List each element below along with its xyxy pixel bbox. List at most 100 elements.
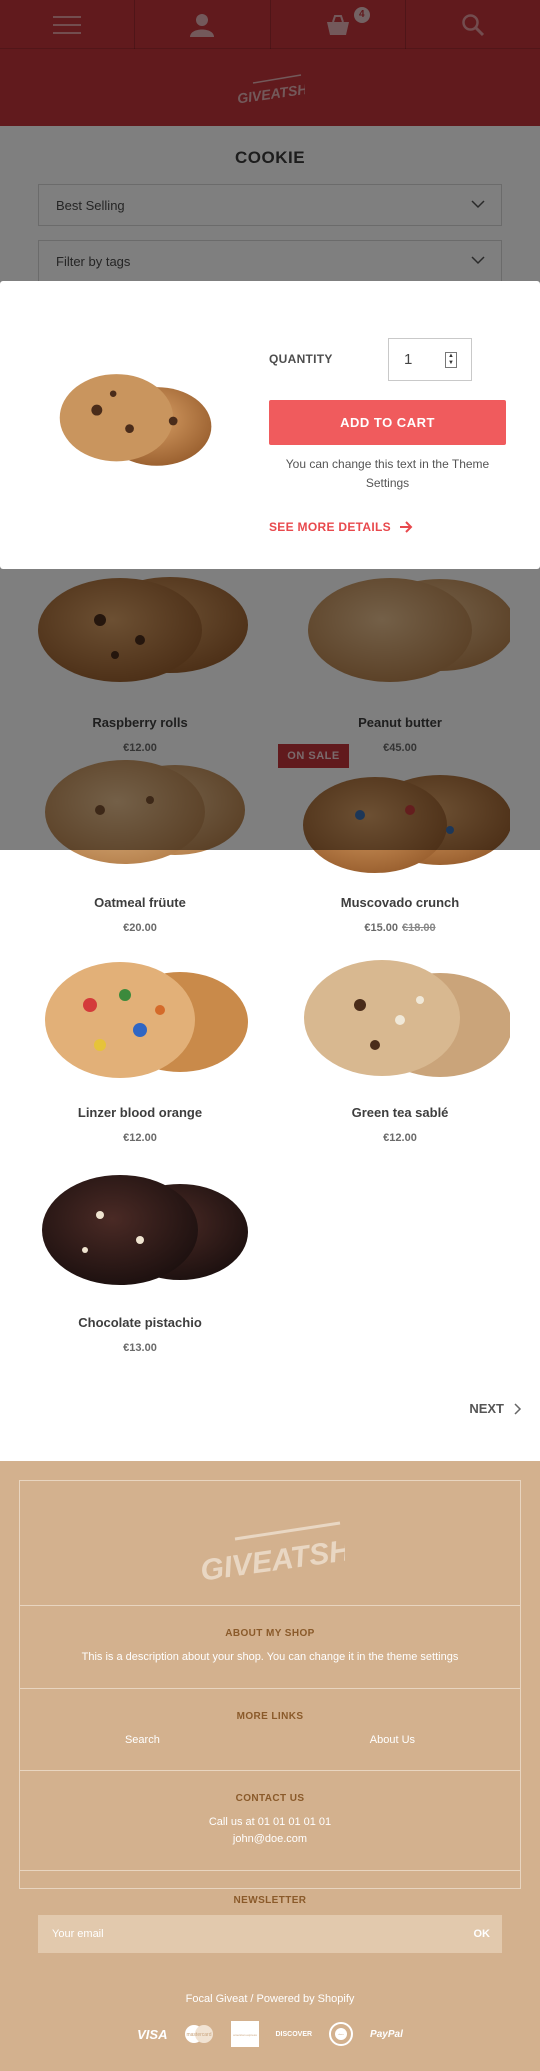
svg-text:mastercard: mastercard bbox=[187, 2032, 212, 2038]
see-more-details-link[interactable]: SEE MORE DETAILS bbox=[269, 520, 413, 534]
add-to-cart-button[interactable]: ADD TO CART bbox=[269, 400, 506, 445]
footer-box: GIVEATSHOP ABOUT MY SHOP This is a descr… bbox=[19, 1480, 521, 1889]
footer-links: MORE LINKS Search About Us bbox=[20, 1688, 520, 1770]
product-name[interactable]: Muscovado crunch bbox=[270, 895, 530, 910]
giveatshop-logo: GIVEATSHOP bbox=[236, 74, 329, 107]
search-button[interactable] bbox=[406, 0, 540, 49]
product-card[interactable]: Peanut butter €45.00 bbox=[270, 560, 530, 754]
account-button[interactable] bbox=[135, 0, 271, 49]
contact-email[interactable]: john@doe.com bbox=[20, 1833, 520, 1845]
theme-note-line1: You can change this text in the Theme bbox=[285, 457, 490, 471]
footer-contact: CONTACT US Call us at 01 01 01 01 01 joh… bbox=[20, 1770, 520, 1870]
product-name[interactable]: Peanut butter bbox=[270, 715, 530, 730]
contact-phone: Call us at 01 01 01 01 01 bbox=[208, 1816, 332, 1828]
product-card[interactable]: Raspberry rolls €12.00 bbox=[10, 560, 270, 754]
quantity-input[interactable]: 1 ▲ ▼ bbox=[388, 338, 472, 381]
site-header: 4 GIVEATSHOP bbox=[0, 0, 540, 126]
quantity-stepper[interactable]: ▲ ▼ bbox=[445, 352, 457, 368]
product-image[interactable] bbox=[290, 560, 515, 710]
logo-text: GIVEATSHOP bbox=[236, 78, 305, 107]
product-name[interactable]: Chocolate pistachio bbox=[10, 1315, 270, 1330]
top-nav-bar: 4 bbox=[0, 0, 540, 49]
footer-link-search[interactable]: Search bbox=[125, 1734, 160, 1746]
see-more-label: SEE MORE DETAILS bbox=[269, 520, 391, 534]
product-card[interactable]: Oatmeal früute €20.00 bbox=[10, 740, 270, 934]
quantity-value: 1 bbox=[404, 351, 413, 368]
product-price: €12.00 bbox=[123, 1132, 157, 1144]
product-card[interactable]: Chocolate pistachio €13.00 bbox=[10, 1160, 270, 1354]
newsletter-email-input[interactable]: Your email OK bbox=[38, 1915, 502, 1953]
product-name[interactable]: Green tea sablé bbox=[270, 1105, 530, 1120]
next-label: NEXT bbox=[469, 1401, 504, 1416]
quick-view-product-image bbox=[59, 374, 212, 466]
collection-title: COOKIE bbox=[234, 148, 306, 167]
chevron-down-icon bbox=[471, 256, 485, 265]
user-icon bbox=[190, 13, 215, 37]
product-name[interactable]: Oatmeal früute bbox=[10, 895, 270, 910]
product-image[interactable] bbox=[30, 560, 250, 710]
diners-icon: diners bbox=[329, 2022, 354, 2046]
product-price: €12.00 bbox=[383, 1132, 417, 1144]
search-icon bbox=[462, 13, 484, 36]
site-logo[interactable]: GIVEATSHOP bbox=[0, 69, 540, 114]
footer-about: ABOUT MY SHOP This is a description abou… bbox=[20, 1605, 520, 1688]
discover-icon: DISCOVER bbox=[275, 2030, 313, 2038]
amex-icon: american express bbox=[231, 2021, 260, 2047]
site-footer: GIVEATSHOP ABOUT MY SHOP This is a descr… bbox=[0, 1461, 540, 2071]
cart-count-badge: 4 bbox=[353, 7, 370, 23]
newsletter-submit-button[interactable]: OK bbox=[474, 1915, 491, 1953]
product-image[interactable] bbox=[30, 740, 250, 890]
giveatshop-logo: GIVEATSHOP bbox=[198, 1521, 397, 1588]
product-image[interactable] bbox=[290, 740, 512, 890]
product-card[interactable]: Linzer blood orange €12.00 bbox=[10, 950, 270, 1144]
compare-at-price: €18.00 bbox=[402, 922, 436, 934]
product-name[interactable]: Raspberry rolls bbox=[10, 715, 270, 730]
about-text: This is a description about your shop. Y… bbox=[81, 1651, 459, 1663]
theme-note-line2: Settings bbox=[365, 476, 410, 490]
product-image[interactable] bbox=[290, 950, 512, 1100]
newsletter-placeholder: Your email bbox=[52, 1928, 104, 1940]
footer-logo[interactable]: GIVEATSHOP bbox=[20, 1509, 520, 1594]
quantity-label: QUANTITY bbox=[269, 352, 333, 366]
footer-logo-text: GIVEATSHOP bbox=[198, 1528, 345, 1588]
sort-select-value: Best Selling bbox=[56, 197, 125, 213]
filter-tags-placeholder: Filter by tags bbox=[56, 253, 131, 269]
contact-heading: CONTACT US bbox=[235, 1793, 305, 1804]
footer-links-list: Search About Us bbox=[20, 1734, 520, 1746]
footer-link-about[interactable]: About Us bbox=[370, 1734, 415, 1746]
pagination-next[interactable]: NEXT bbox=[469, 1401, 522, 1416]
product-image[interactable] bbox=[30, 1160, 250, 1310]
footer-newsletter-divider bbox=[20, 1870, 520, 1889]
cart-button[interactable]: 4 bbox=[271, 0, 406, 49]
product-card[interactable]: Green tea sablé €12.00 bbox=[270, 950, 530, 1144]
product-card[interactable]: Muscovado crunch €15.00 €18.00 bbox=[270, 740, 530, 934]
chevron-right-icon bbox=[514, 1402, 522, 1415]
cart-icon bbox=[326, 14, 349, 35]
about-heading: ABOUT MY SHOP bbox=[225, 1628, 315, 1639]
product-name[interactable]: Linzer blood orange bbox=[10, 1105, 270, 1120]
links-heading: MORE LINKS bbox=[236, 1711, 304, 1722]
collection-panel: COOKIE Best Selling Filter by tags bbox=[19, 126, 521, 286]
stepper-down-icon[interactable]: ▼ bbox=[446, 360, 456, 367]
filter-tags-select[interactable]: Filter by tags bbox=[38, 240, 502, 282]
menu-icon bbox=[53, 15, 82, 34]
svg-text:american express: american express bbox=[234, 2033, 258, 2037]
svg-text:diners: diners bbox=[338, 2034, 343, 2036]
payment-icons: VISA mastercard american express DISCOVE… bbox=[0, 2021, 540, 2047]
visa-icon: VISA bbox=[137, 2026, 168, 2042]
product-price: €13.00 bbox=[123, 1342, 157, 1354]
stepper-up-icon[interactable]: ▲ bbox=[446, 353, 456, 360]
product-image[interactable] bbox=[30, 950, 250, 1100]
arrow-right-icon bbox=[399, 521, 413, 533]
mastercard-icon: mastercard bbox=[185, 2025, 214, 2043]
sale-price: €15.00 bbox=[364, 922, 398, 934]
powered-by: Focal Giveat / Powered by Shopify bbox=[185, 1993, 355, 2005]
chevron-down-icon bbox=[471, 200, 485, 209]
product-price: €20.00 bbox=[123, 922, 157, 934]
product-price: €15.00 €18.00 bbox=[270, 922, 530, 934]
newsletter-heading: NEWSLETTER bbox=[233, 1895, 307, 1906]
sort-select[interactable]: Best Selling bbox=[38, 184, 502, 226]
menu-button[interactable] bbox=[0, 0, 136, 49]
paypal-icon: PayPal bbox=[370, 2028, 403, 2040]
theme-settings-note: You can change this text in the Theme Se… bbox=[269, 455, 506, 493]
